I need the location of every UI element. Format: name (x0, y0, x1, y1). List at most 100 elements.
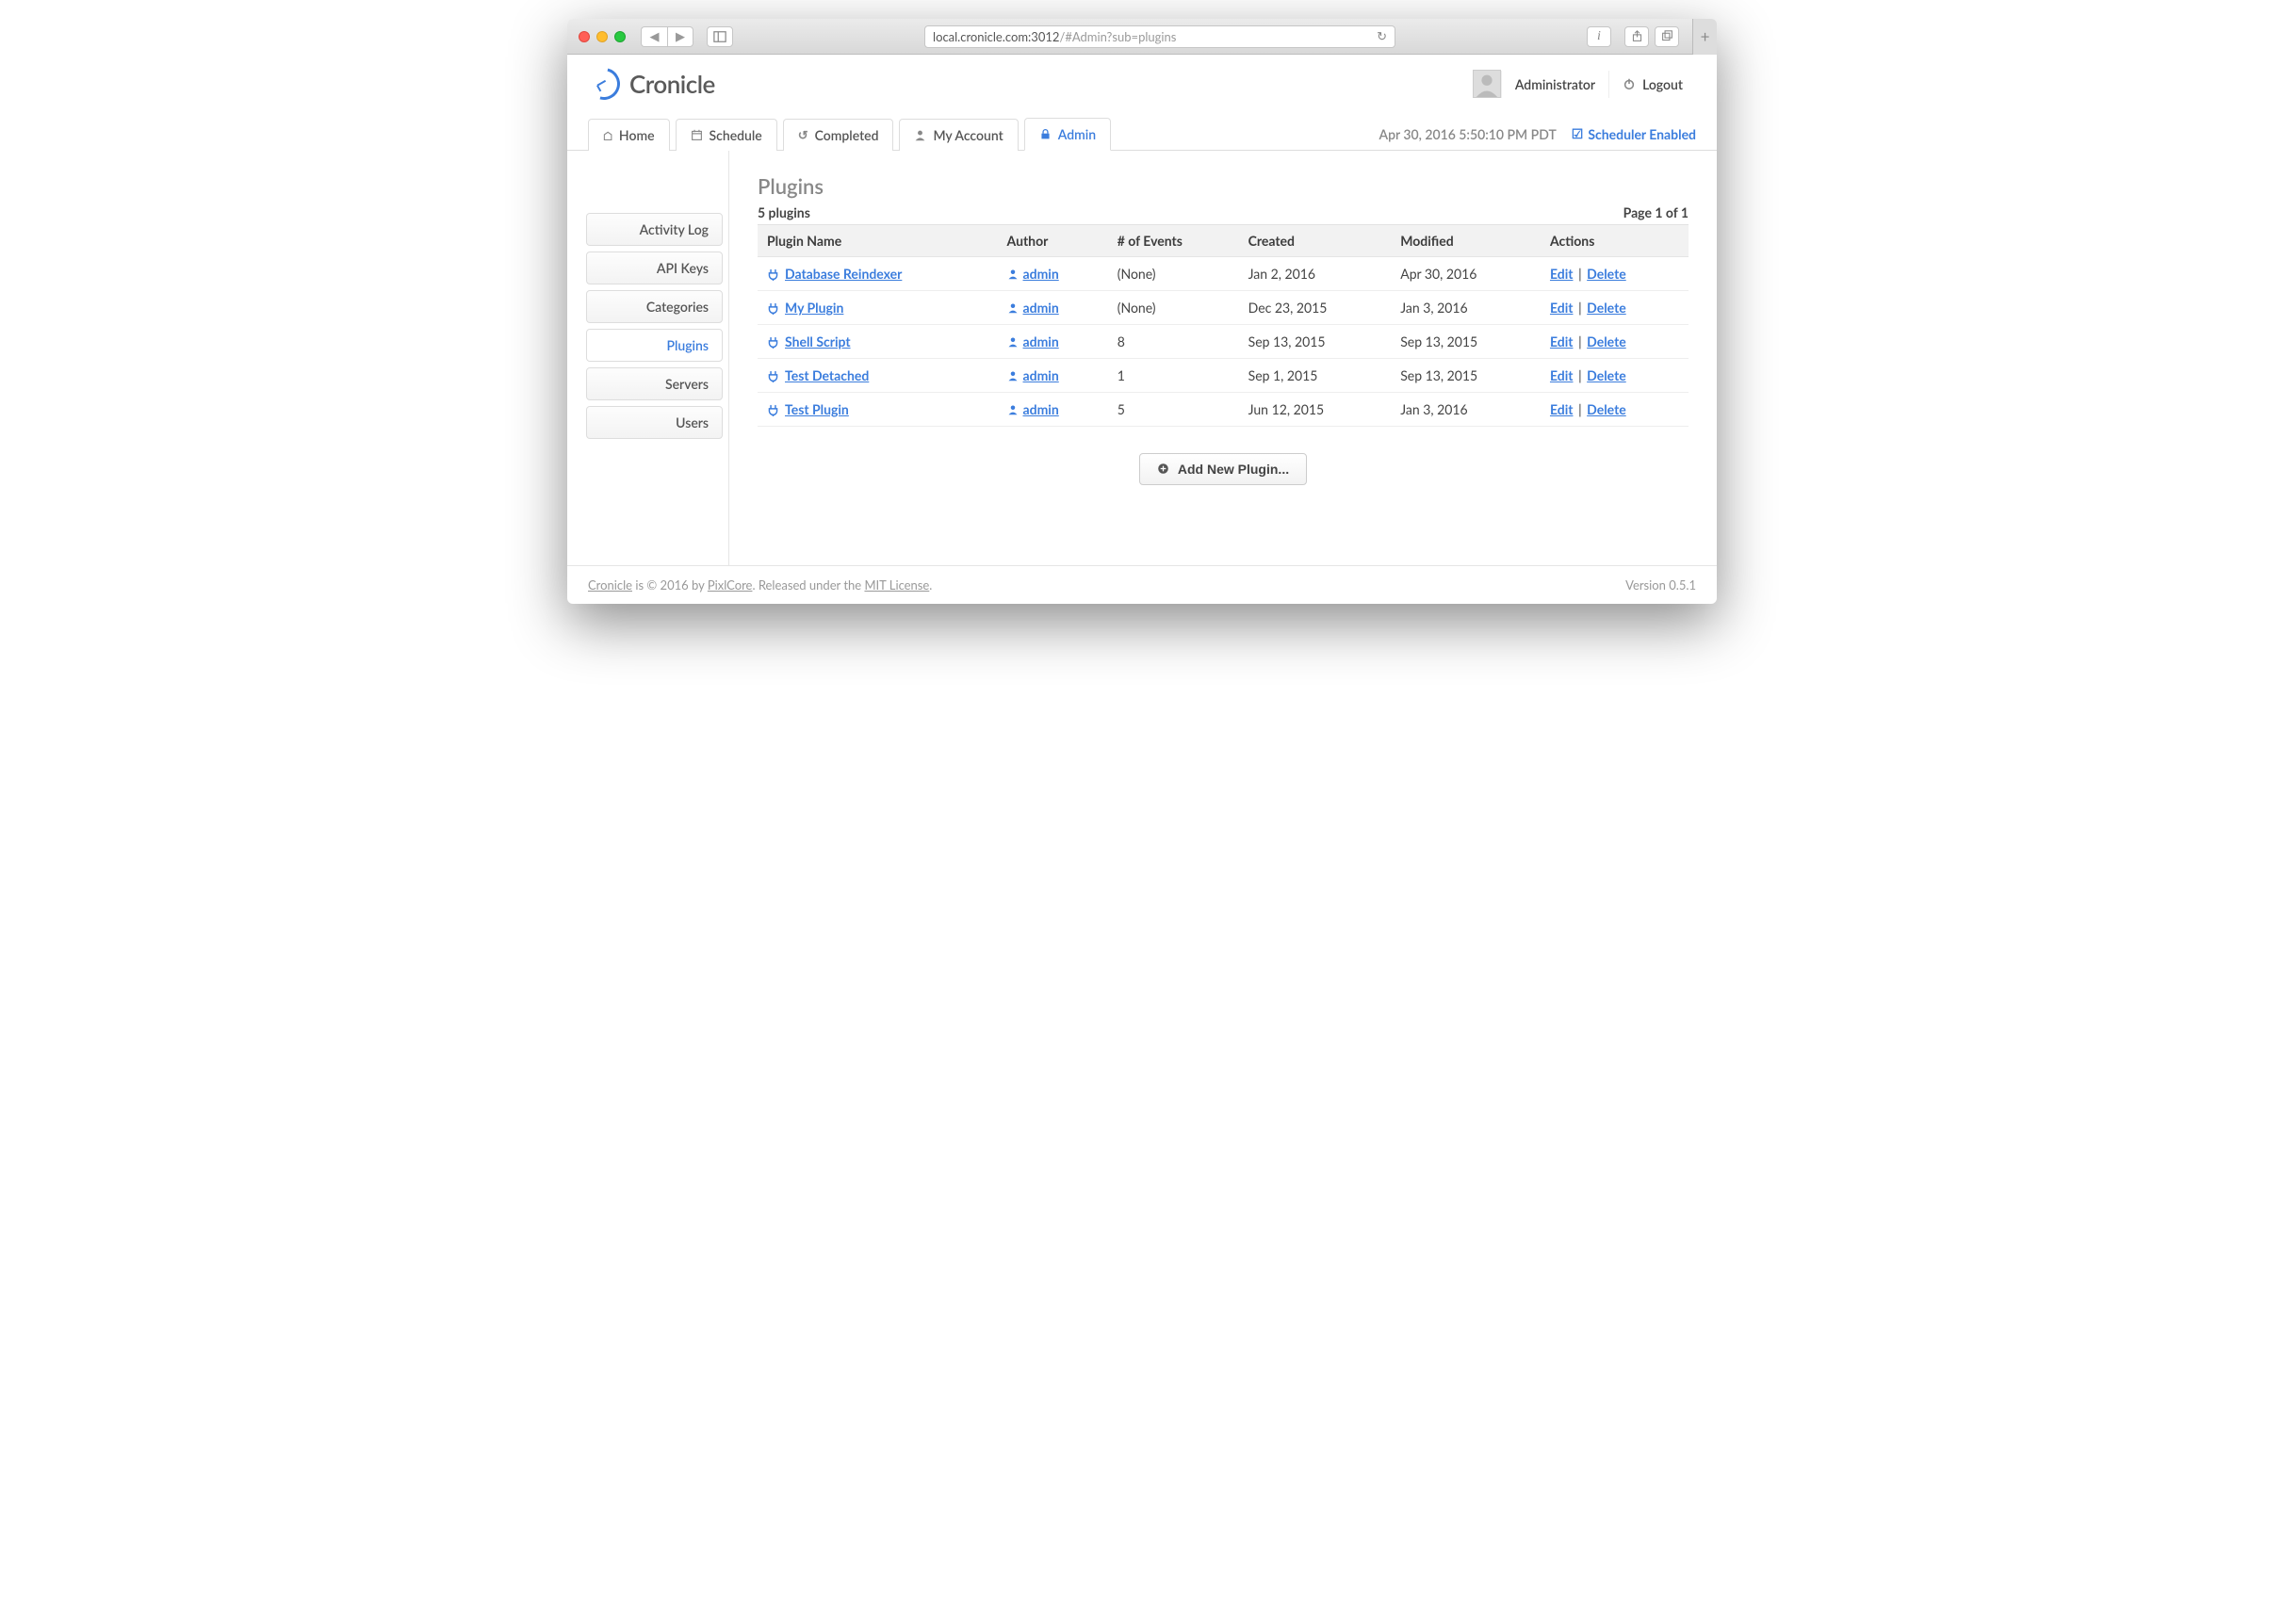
logout-label: Logout (1642, 76, 1683, 92)
power-icon (1623, 76, 1636, 92)
plug-icon (767, 267, 779, 282)
timestamp: Apr 30, 2016 5:50:10 PM PDT (1379, 126, 1557, 142)
footer: Cronicle is © 2016 by PixlCore. Released… (567, 565, 1717, 604)
author-link[interactable]: admin (1023, 266, 1059, 282)
author-link[interactable]: admin (1023, 300, 1059, 316)
user-menu[interactable]: Administrator (1501, 71, 1608, 98)
new-tab-button[interactable]: + (1692, 19, 1717, 55)
page-title: Plugins (758, 173, 1689, 199)
delete-link[interactable]: Delete (1587, 266, 1626, 282)
plugin-count: 5 plugins (758, 204, 810, 220)
table-row: Test Plugin admin 5Jun 12, 2015Jan 3, 2016… (758, 393, 1689, 427)
minimize-window-icon[interactable] (596, 31, 608, 42)
plugin-name-link[interactable]: Shell Script (785, 333, 851, 349)
reader-button[interactable]: i (1587, 26, 1611, 47)
logout-button[interactable]: Logout (1608, 71, 1696, 98)
home-icon: ⌂ (603, 128, 612, 143)
author-link[interactable]: admin (1023, 401, 1059, 417)
share-button[interactable] (1624, 26, 1649, 47)
plugin-name-link[interactable]: Test Plugin (785, 401, 849, 417)
app-name: Cronicle (629, 69, 715, 99)
page-indicator: Page 1 of 1 (1623, 204, 1689, 220)
tab-admin[interactable]: Admin (1024, 118, 1111, 151)
sidebar-item-plugins[interactable]: Plugins (586, 329, 723, 362)
col-created: Created (1239, 225, 1392, 257)
footer-product-link[interactable]: Cronicle (588, 577, 632, 593)
footer-company-link[interactable]: PixlCore (708, 577, 753, 593)
events-cell: 5 (1108, 393, 1239, 427)
tab-my-account[interactable]: My Account (899, 119, 1018, 151)
created-cell: Dec 23, 2015 (1239, 291, 1392, 325)
events-cell: (None) (1108, 257, 1239, 291)
author-link[interactable]: admin (1023, 333, 1059, 349)
modified-cell: Jan 3, 2016 (1391, 393, 1541, 427)
plugin-name-link[interactable]: My Plugin (785, 300, 843, 316)
events-cell: (None) (1108, 291, 1239, 325)
edit-link[interactable]: Edit (1550, 266, 1574, 282)
back-button[interactable]: ◀ (641, 26, 667, 47)
col-events: # of Events (1108, 225, 1239, 257)
table-row: Database Reindexer admin (None)Jan 2, 2016… (758, 257, 1689, 291)
tab-completed[interactable]: ↺ Completed (783, 119, 894, 151)
history-icon: ↺ (798, 127, 808, 143)
window-controls (579, 31, 626, 42)
zoom-window-icon[interactable] (614, 31, 626, 42)
footer-license-link[interactable]: MIT License (864, 577, 929, 593)
created-cell: Jan 2, 2016 (1239, 257, 1392, 291)
delete-link[interactable]: Delete (1587, 333, 1626, 349)
sidebar-item-api-keys[interactable]: API Keys (586, 252, 723, 284)
add-plugin-button[interactable]: Add New Plugin... (1139, 453, 1307, 485)
tab-label: Completed (815, 127, 879, 143)
app-logo[interactable]: Cronicle (588, 68, 715, 100)
calendar-icon (691, 128, 703, 143)
url-bar[interactable]: local.cronicle.com:3012/#Admin?sub=plugi… (924, 25, 1395, 48)
logo-icon (582, 62, 626, 106)
col-plugin-name: Plugin Name (758, 225, 998, 257)
user-icon (1007, 335, 1019, 349)
plugin-name-link[interactable]: Database Reindexer (785, 266, 902, 282)
admin-sidebar: Activity Log API Keys Categories Plugins… (567, 151, 729, 565)
tab-home[interactable]: ⌂ Home (588, 119, 670, 151)
plug-icon (767, 334, 779, 349)
avatar[interactable] (1473, 70, 1501, 98)
modified-cell: Sep 13, 2015 (1391, 359, 1541, 393)
modified-cell: Apr 30, 2016 (1391, 257, 1541, 291)
close-window-icon[interactable] (579, 31, 590, 42)
modified-cell: Sep 13, 2015 (1391, 325, 1541, 359)
created-cell: Sep 13, 2015 (1239, 325, 1392, 359)
plugin-name-link[interactable]: Test Detached (785, 367, 869, 383)
created-cell: Jun 12, 2015 (1239, 393, 1392, 427)
created-cell: Sep 1, 2015 (1239, 359, 1392, 393)
sidebar-toggle-button[interactable] (707, 26, 733, 47)
reload-icon[interactable]: ↻ (1377, 28, 1387, 44)
edit-link[interactable]: Edit (1550, 333, 1574, 349)
edit-link[interactable]: Edit (1550, 367, 1574, 383)
modified-cell: Jan 3, 2016 (1391, 291, 1541, 325)
table-row: Shell Scriptadmin8Sep 13, 2015Sep 13, 20… (758, 325, 1689, 359)
plug-icon (767, 402, 779, 417)
scheduler-enabled-toggle[interactable]: ☑ Scheduler Enabled (1572, 125, 1696, 142)
sidebar-item-users[interactable]: Users (586, 406, 723, 439)
user-label: Administrator (1515, 76, 1595, 92)
scheduler-label: Scheduler Enabled (1588, 126, 1696, 142)
events-cell: 8 (1108, 325, 1239, 359)
delete-link[interactable]: Delete (1587, 367, 1626, 383)
delete-link[interactable]: Delete (1587, 300, 1626, 316)
edit-link[interactable]: Edit (1550, 300, 1574, 316)
sidebar-item-servers[interactable]: Servers (586, 367, 723, 400)
add-plugin-label: Add New Plugin... (1178, 462, 1289, 477)
tabs-button[interactable] (1655, 26, 1679, 47)
sidebar-item-categories[interactable]: Categories (586, 290, 723, 323)
delete-link[interactable]: Delete (1587, 401, 1626, 417)
edit-link[interactable]: Edit (1550, 401, 1574, 417)
tab-schedule[interactable]: Schedule (676, 119, 777, 151)
plug-icon (767, 300, 779, 316)
table-row: Test Detachedadmin1Sep 1, 2015Sep 13, 20… (758, 359, 1689, 393)
tab-label: Admin (1058, 126, 1096, 142)
col-author: Author (998, 225, 1108, 257)
sidebar-item-activity-log[interactable]: Activity Log (586, 213, 723, 246)
url-host: local.cronicle.com:3012 (933, 29, 1059, 44)
forward-button[interactable]: ▶ (667, 26, 693, 47)
url-path: /#Admin?sub=plugins (1059, 29, 1176, 44)
author-link[interactable]: admin (1023, 367, 1059, 383)
